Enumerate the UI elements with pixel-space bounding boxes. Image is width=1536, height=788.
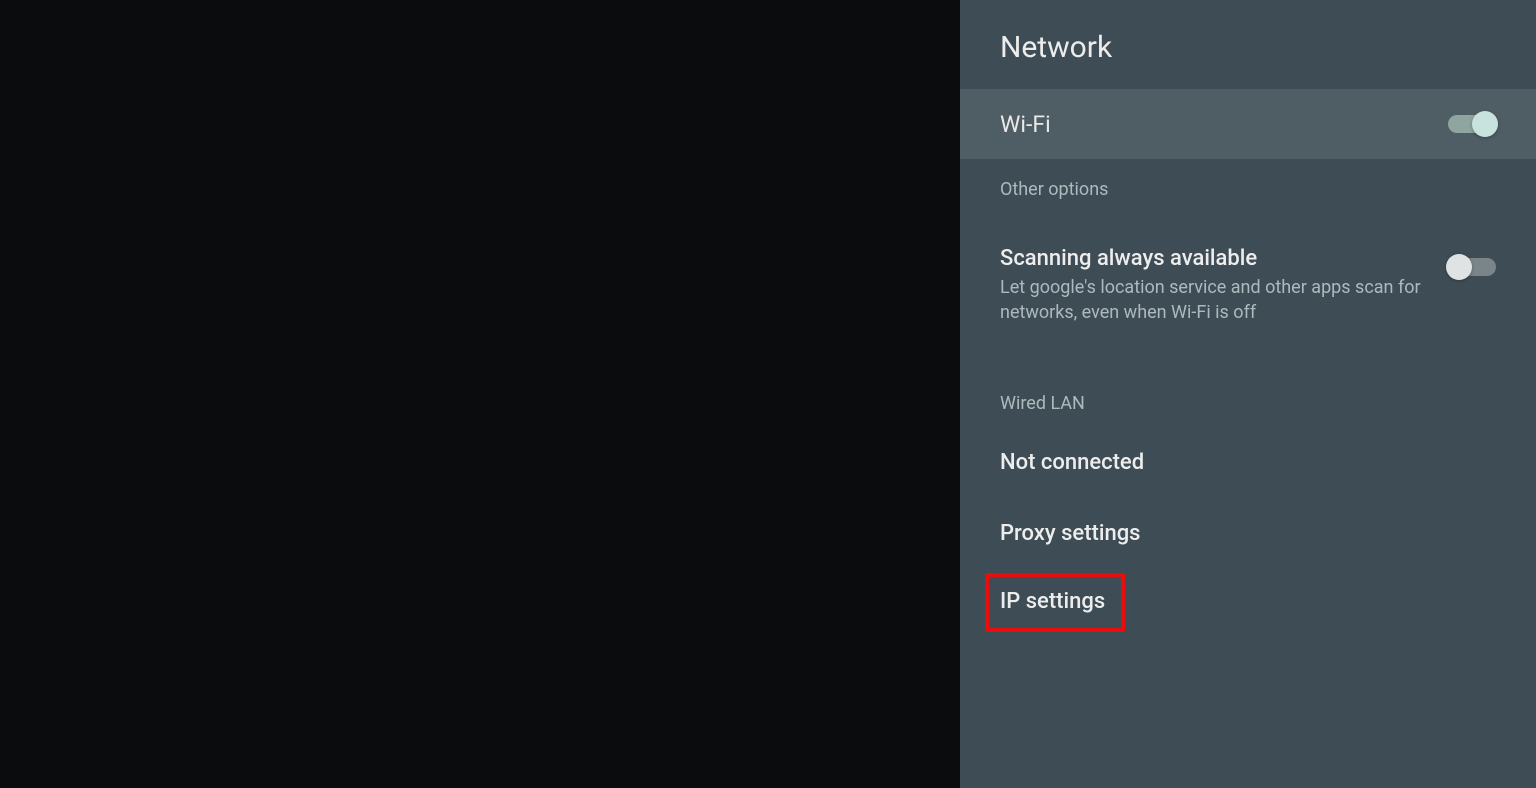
wired-lan-section: Wired LAN Not connected Proxy settings I…	[960, 359, 1536, 632]
ip-settings-row[interactable]: IP settings	[985, 573, 1125, 632]
content-backdrop	[0, 0, 960, 788]
toggle-knob-icon	[1446, 254, 1472, 280]
page-title: Network	[1000, 30, 1536, 65]
ip-settings-label: IP settings	[1000, 589, 1105, 614]
panel-header: Network	[960, 0, 1536, 89]
proxy-settings-label: Proxy settings	[1000, 521, 1496, 546]
wifi-label: Wi-Fi	[1000, 111, 1051, 138]
wifi-row[interactable]: Wi-Fi	[960, 89, 1536, 159]
scanning-toggle-wrap	[1448, 246, 1496, 276]
scanning-description: Let google's location service and other …	[1000, 275, 1428, 325]
connection-status-label: Not connected	[1000, 450, 1496, 475]
scanning-text-block: Scanning always available Let google's l…	[1000, 246, 1448, 325]
scanning-row[interactable]: Scanning always available Let google's l…	[960, 230, 1536, 341]
connection-status-row[interactable]: Not connected	[960, 426, 1536, 493]
settings-panel: Network Wi-Fi Other options Scanning alw…	[960, 0, 1536, 788]
wifi-toggle[interactable]	[1448, 115, 1496, 133]
other-options-label: Other options	[960, 159, 1536, 212]
proxy-settings-row[interactable]: Proxy settings	[960, 493, 1536, 564]
wired-lan-label: Wired LAN	[960, 373, 1536, 426]
scanning-toggle[interactable]	[1448, 258, 1496, 276]
toggle-knob-icon	[1472, 111, 1498, 137]
scanning-title: Scanning always available	[1000, 246, 1428, 271]
